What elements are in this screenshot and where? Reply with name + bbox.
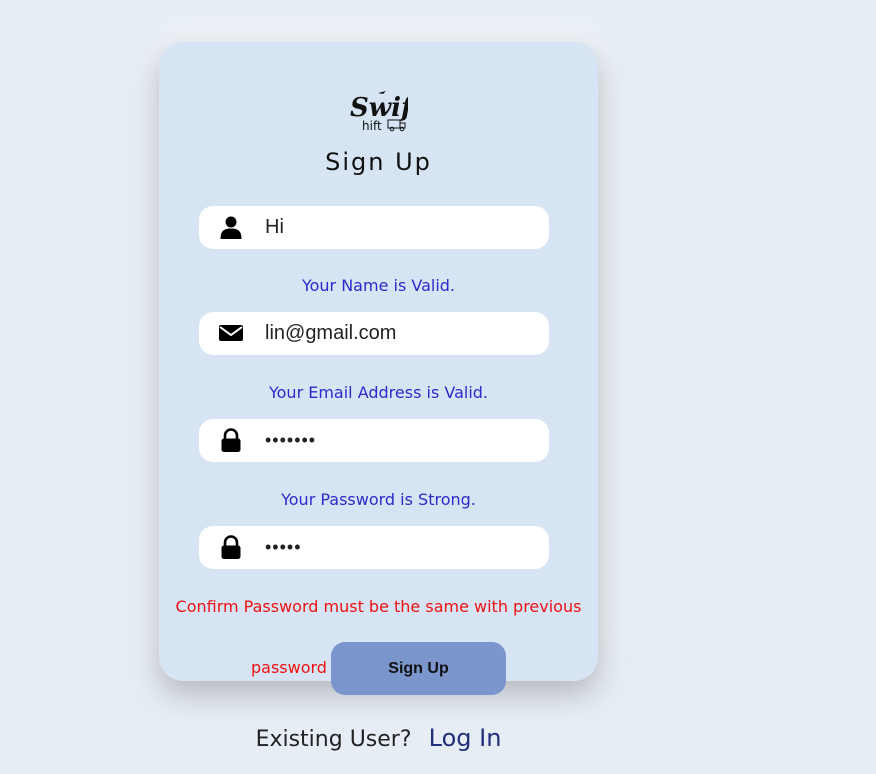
confirm-password-error: Confirm Password must be the same with p… (175, 597, 582, 616)
confirm-password-field[interactable] (199, 526, 549, 569)
existing-user-text: Existing User? (255, 727, 412, 752)
swiftshift-logo: Swift hift (350, 91, 408, 133)
lock-icon (221, 535, 241, 559)
page-title: Sign Up (325, 148, 432, 176)
email-field[interactable] (199, 312, 549, 355)
user-icon (220, 216, 242, 239)
svg-text:hift: hift (362, 119, 382, 133)
confirm-password-input[interactable] (265, 526, 535, 569)
password-field[interactable] (199, 419, 549, 462)
name-valid-message: Your Name is Valid. (301, 276, 456, 295)
envelope-icon (219, 325, 243, 341)
name-field[interactable] (199, 206, 549, 249)
sign-up-button[interactable]: Sign Up (331, 642, 506, 695)
password-input[interactable] (265, 419, 535, 462)
signup-card: Swift hift Sign Up Your Name is Valid. Y… (159, 42, 598, 695)
login-prompt: Existing User? Log In (0, 724, 757, 752)
log-in-link[interactable]: Log In (429, 724, 502, 752)
password-strength-message: Your Password is Strong. (281, 490, 476, 509)
email-input[interactable] (265, 312, 535, 355)
name-input[interactable] (265, 206, 535, 249)
email-valid-message: Your Email Address is Valid. (268, 383, 489, 402)
confirm-password-error-continued: password (251, 658, 327, 677)
lock-icon (221, 428, 241, 452)
